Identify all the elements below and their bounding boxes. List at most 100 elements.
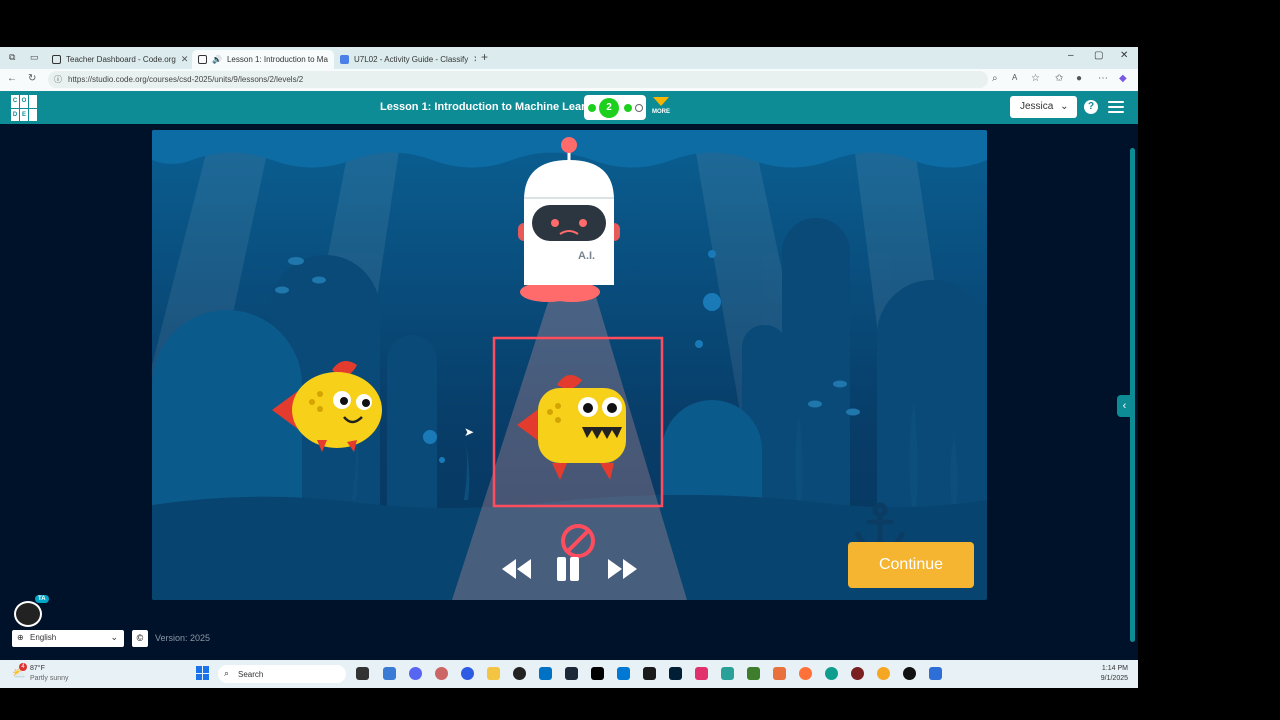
search-placeholder: Search bbox=[238, 670, 264, 679]
minimize-icon[interactable]: – bbox=[1068, 50, 1074, 61]
weather-widget[interactable]: 87°F Partly sunny bbox=[30, 664, 69, 684]
logo-letter: E bbox=[20, 108, 28, 121]
level-dot-completed[interactable] bbox=[588, 104, 596, 112]
read-aloud-icon[interactable]: A bbox=[1012, 73, 1017, 82]
browser-tab-strip: Teacher Dashboard - Code.org ✕ 🔊 Lesson … bbox=[0, 47, 1138, 69]
system-clock[interactable]: 1:14 PM 9/1/2025 bbox=[1092, 664, 1128, 684]
chevron-down-icon: ⌄ bbox=[1060, 101, 1069, 112]
more-options-icon[interactable]: ⋯ bbox=[1098, 73, 1108, 84]
zoom-icon[interactable]: ⌕ bbox=[992, 73, 998, 84]
app-icon[interactable] bbox=[695, 667, 708, 680]
game-canvas[interactable]: ➤ bbox=[152, 130, 987, 600]
globe-icon: ⊕ bbox=[17, 633, 24, 642]
app-icon[interactable] bbox=[435, 667, 448, 680]
ta-assistant-icon[interactable] bbox=[14, 601, 42, 627]
tab-label: Lesson 1: Introduction to Ma bbox=[226, 55, 328, 64]
tab-label: U7L02 - Activity Guide - Classify bbox=[354, 55, 469, 64]
close-window-icon[interactable]: ✕ bbox=[1120, 50, 1128, 61]
pause-icon bbox=[557, 557, 579, 581]
more-button[interactable]: MORE bbox=[651, 97, 671, 115]
tab-label: Teacher Dashboard - Code.org bbox=[66, 55, 176, 64]
app-icon[interactable] bbox=[721, 667, 734, 680]
task-view-icon[interactable] bbox=[356, 667, 369, 680]
favorite-star-icon[interactable]: ☆ bbox=[1031, 73, 1040, 84]
url-text: https://studio.code.org/courses/csd-2025… bbox=[68, 75, 304, 84]
chevron-left-icon[interactable]: ‹ bbox=[1117, 395, 1132, 417]
version-text: Version: 2025 bbox=[155, 633, 211, 643]
favorites-icon[interactable]: ✩ bbox=[1055, 73, 1063, 84]
rewind-icon bbox=[502, 559, 531, 579]
app-icon[interactable] bbox=[617, 667, 630, 680]
help-icon[interactable]: ? bbox=[1084, 100, 1098, 114]
logo-letter: D bbox=[11, 108, 19, 121]
mouse-cursor-icon: ➤ bbox=[464, 425, 475, 439]
continue-button[interactable]: Continue bbox=[848, 542, 974, 588]
search-icon: ⌕ bbox=[224, 668, 230, 678]
app-icon[interactable] bbox=[903, 667, 916, 680]
close-icon[interactable]: ✕ bbox=[473, 54, 476, 65]
edge-icon[interactable] bbox=[825, 667, 838, 680]
notification-badge: 4 bbox=[19, 663, 27, 671]
photoshop-icon[interactable] bbox=[669, 667, 682, 680]
tab-actions-icon[interactable]: ▭ bbox=[30, 52, 39, 63]
app-icon[interactable] bbox=[851, 667, 864, 680]
tab-activity-guide[interactable]: U7L02 - Activity Guide - Classify ✕ bbox=[334, 50, 476, 69]
app-icon[interactable] bbox=[383, 667, 396, 680]
app-icon[interactable] bbox=[461, 667, 474, 680]
user-name: Jessica bbox=[1020, 101, 1054, 112]
logo-letter: O bbox=[20, 95, 28, 108]
grid-icon bbox=[198, 55, 207, 64]
profile-icon[interactable]: ● bbox=[1076, 73, 1082, 84]
site-info-icon[interactable]: ⓘ bbox=[54, 74, 62, 85]
logo-letter bbox=[29, 108, 37, 121]
new-tab-button[interactable]: + bbox=[481, 50, 488, 64]
back-icon[interactable]: ← bbox=[7, 73, 17, 84]
level-dot-next[interactable] bbox=[635, 104, 643, 112]
app-icon[interactable] bbox=[591, 667, 604, 680]
maximize-icon[interactable]: ▢ bbox=[1094, 50, 1103, 61]
hamburger-menu-icon[interactable] bbox=[1108, 101, 1124, 113]
clock-date: 9/1/2025 bbox=[1100, 675, 1128, 682]
clock-time: 1:14 PM bbox=[1101, 665, 1128, 672]
file-explorer-icon[interactable] bbox=[487, 667, 500, 680]
copilot-icon[interactable]: ◆ bbox=[1119, 73, 1127, 84]
app-icon[interactable] bbox=[747, 667, 760, 680]
user-menu-button[interactable]: Jessica ⌄ bbox=[1010, 96, 1077, 118]
app-icon[interactable] bbox=[643, 667, 656, 680]
chevron-down-icon bbox=[653, 97, 669, 106]
refresh-icon[interactable]: ↻ bbox=[28, 73, 36, 84]
app-icon[interactable] bbox=[773, 667, 786, 680]
level-dot-completed[interactable] bbox=[624, 104, 632, 112]
lesson-title[interactable]: Lesson 1: Introduction to Machine Learni… bbox=[380, 101, 609, 113]
language-select[interactable]: ⊕ English ⌄ bbox=[12, 630, 124, 647]
fast-forward-button[interactable] bbox=[606, 555, 639, 583]
workspaces-icon[interactable]: ⧉ bbox=[9, 52, 15, 63]
more-label: MORE bbox=[652, 109, 670, 115]
app-icon[interactable] bbox=[929, 667, 942, 680]
taskbar-search[interactable]: ⌕ Search bbox=[218, 665, 346, 683]
current-level-bubble[interactable]: 2 bbox=[599, 98, 619, 118]
discord-icon[interactable] bbox=[409, 667, 422, 680]
ta-badge: TA bbox=[35, 595, 49, 603]
steam-icon[interactable] bbox=[565, 667, 578, 680]
windows-start-icon[interactable] bbox=[196, 666, 210, 680]
app-icon[interactable] bbox=[513, 667, 526, 680]
logo-letter: C bbox=[11, 95, 19, 108]
firefox-icon[interactable] bbox=[799, 667, 812, 680]
pause-button[interactable] bbox=[555, 555, 583, 583]
logo-letter bbox=[29, 95, 37, 108]
robot-label: A.I. bbox=[578, 250, 596, 262]
url-field[interactable]: ⓘ https://studio.code.org/courses/csd-20… bbox=[48, 71, 988, 88]
grid-icon bbox=[52, 55, 61, 64]
blender-icon[interactable] bbox=[877, 667, 890, 680]
code-org-logo[interactable]: C O D E bbox=[11, 95, 37, 121]
document-icon bbox=[340, 55, 349, 64]
close-icon[interactable]: ✕ bbox=[181, 54, 189, 65]
weather-condition: Partly sunny bbox=[30, 675, 69, 682]
language-value: English bbox=[30, 633, 57, 642]
tab-lesson[interactable]: 🔊 Lesson 1: Introduction to Ma ✕ bbox=[192, 50, 334, 69]
rewind-button[interactable] bbox=[500, 555, 533, 583]
outlook-icon[interactable] bbox=[539, 667, 552, 680]
copyright-icon[interactable]: © bbox=[132, 630, 148, 647]
tab-teacher-dashboard[interactable]: Teacher Dashboard - Code.org ✕ bbox=[46, 50, 192, 69]
